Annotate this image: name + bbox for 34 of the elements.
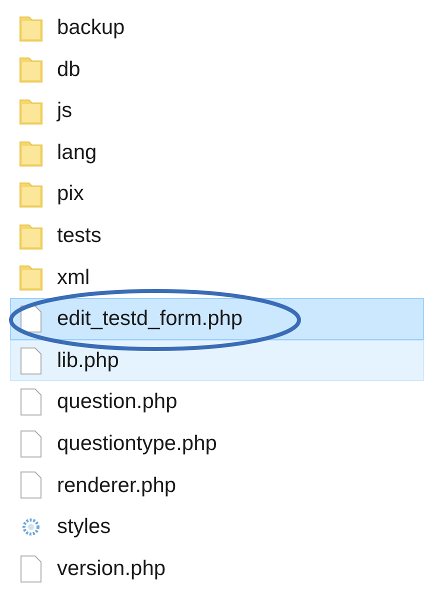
file-row[interactable]: edit_testd_form.php bbox=[10, 298, 424, 340]
file-name: js bbox=[57, 98, 72, 124]
file-row[interactable]: question.php bbox=[0, 381, 424, 423]
file-icon bbox=[18, 428, 44, 459]
file-name: xml bbox=[57, 264, 90, 291]
file-row[interactable]: lib.php bbox=[10, 340, 424, 382]
file-icon bbox=[18, 387, 44, 418]
file-name: lang bbox=[57, 140, 97, 166]
file-name: version.php bbox=[57, 556, 166, 582]
file-row[interactable]: version.php bbox=[0, 548, 424, 589]
file-row[interactable]: tests bbox=[0, 214, 424, 257]
file-row[interactable]: backup bbox=[0, 7, 424, 49]
file-name: pix bbox=[57, 181, 84, 208]
file-name: edit_testd_form.php bbox=[57, 306, 243, 332]
file-name: lib.php bbox=[57, 348, 119, 374]
file-row[interactable]: questiontype.php bbox=[0, 422, 424, 465]
file-row[interactable]: renderer.php bbox=[0, 464, 424, 506]
file-row[interactable]: lang bbox=[0, 132, 424, 174]
file-icon bbox=[18, 470, 44, 500]
file-name: questiontype.php bbox=[57, 430, 217, 457]
file-name: question.php bbox=[57, 389, 178, 416]
file-name: tests bbox=[57, 223, 102, 250]
file-icon bbox=[18, 346, 44, 376]
file-row[interactable]: db bbox=[0, 48, 424, 90]
file-row[interactable]: pix bbox=[0, 173, 424, 215]
file-icon bbox=[18, 554, 44, 584]
file-row[interactable]: xml bbox=[0, 256, 424, 298]
file-name: styles bbox=[57, 514, 111, 540]
file-icon bbox=[18, 304, 44, 334]
file-name: renderer.php bbox=[57, 472, 176, 499]
file-row[interactable]: styles bbox=[0, 506, 424, 548]
file-name: backup bbox=[57, 15, 125, 42]
file-row[interactable]: js bbox=[0, 90, 424, 132]
file-name: db bbox=[57, 56, 80, 83]
